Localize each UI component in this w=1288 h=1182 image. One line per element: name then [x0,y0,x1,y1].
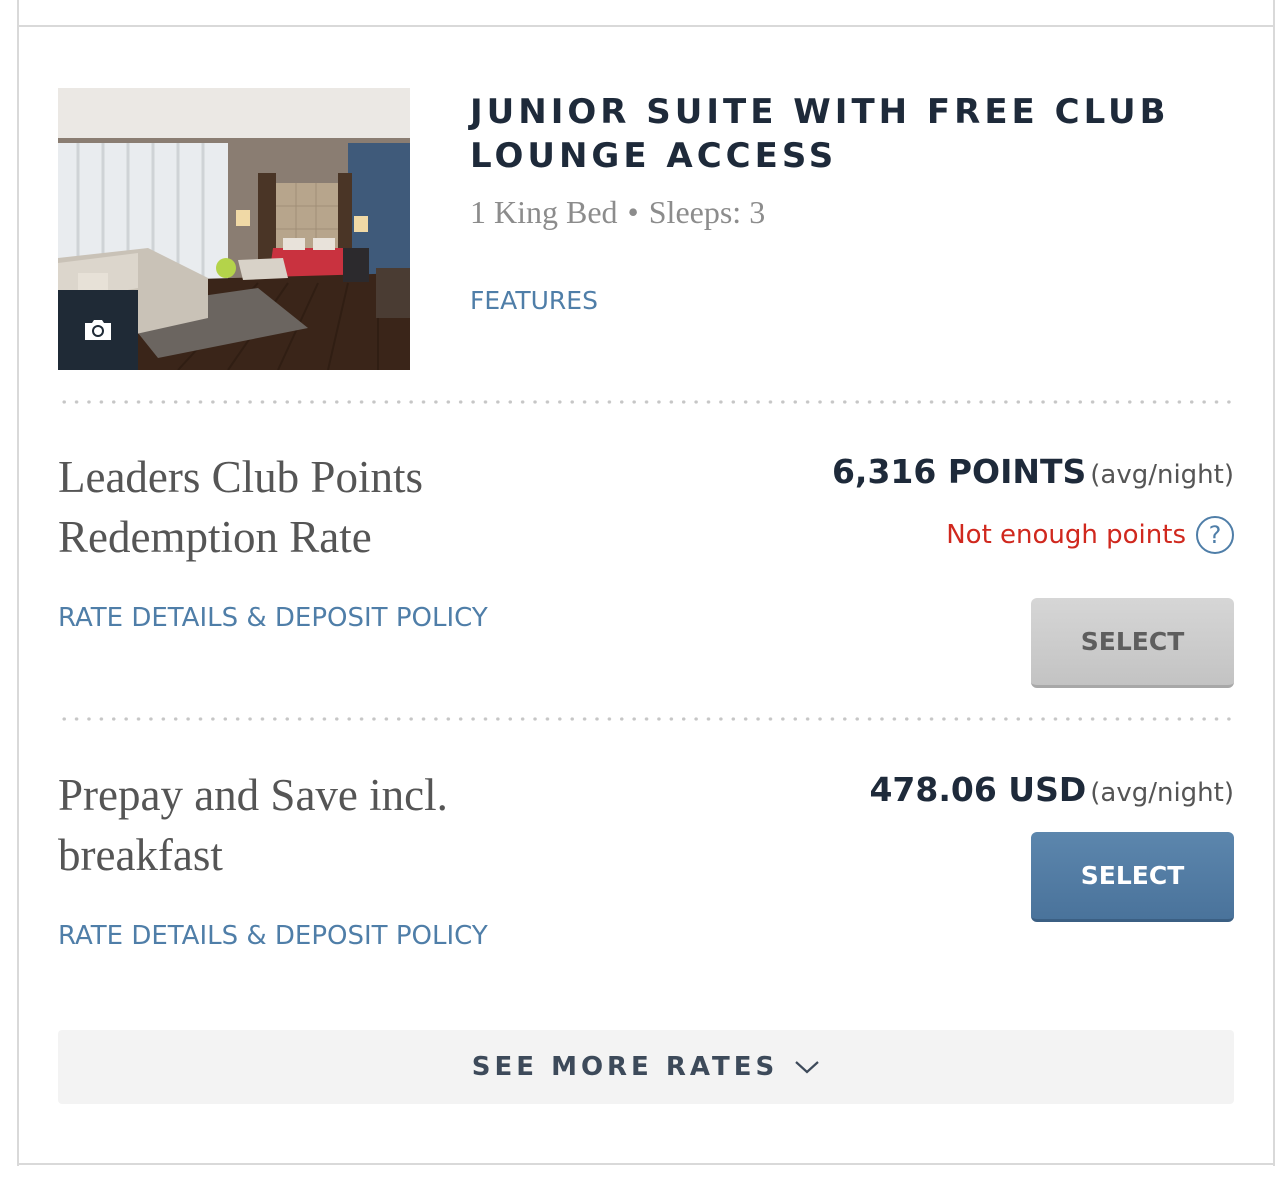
price-per-night: (avg/night) [1090,460,1234,490]
rate-divider [58,717,1234,721]
chevron-down-icon [795,1061,819,1074]
warning-text: Not enough points [946,520,1186,550]
bed-type: 1 King Bed [470,194,618,230]
select-button[interactable]: SELECT [1031,832,1234,922]
rate-price: 478.06 USD (avg/night) [869,770,1234,809]
photo-gallery-button[interactable] [58,290,138,370]
camera-icon [85,320,111,340]
room-title: JUNIOR SUITE WITH FREE CLUB LOUNGE ACCES… [470,92,1170,176]
see-more-rates-button[interactable]: SEE MORE RATES [58,1030,1234,1104]
select-button-disabled[interactable]: SELECT [1031,598,1234,688]
card-top-divider [17,25,1275,27]
rate-divider [58,400,1234,404]
card-bottom-divider [17,1163,1275,1165]
features-link[interactable]: FEATURES [470,286,598,315]
rate-details-link[interactable]: RATE DETAILS & DEPOSIT POLICY [58,921,488,951]
sleeps-count: Sleeps: 3 [648,194,766,230]
see-more-rates-label: SEE MORE RATES [471,1052,779,1082]
room-photo[interactable] [58,88,410,370]
price-amount: 478.06 USD [869,770,1087,809]
price-per-night: (avg/night) [1090,778,1234,808]
room-meta: 1 King Bed • Sleeps: 3 [470,194,765,231]
price-amount: 6,316 POINTS [831,452,1087,491]
rate-name: Leaders Club Points Redemption Rate [58,452,423,562]
rate-name: Prepay and Save incl. breakfast [58,770,448,880]
meta-separator: • [627,194,639,230]
points-warning: Not enough points ? [946,516,1234,554]
question-icon[interactable]: ? [1196,516,1234,554]
rate-price: 6,316 POINTS (avg/night) [832,452,1234,491]
rate-details-link[interactable]: RATE DETAILS & DEPOSIT POLICY [58,603,488,633]
